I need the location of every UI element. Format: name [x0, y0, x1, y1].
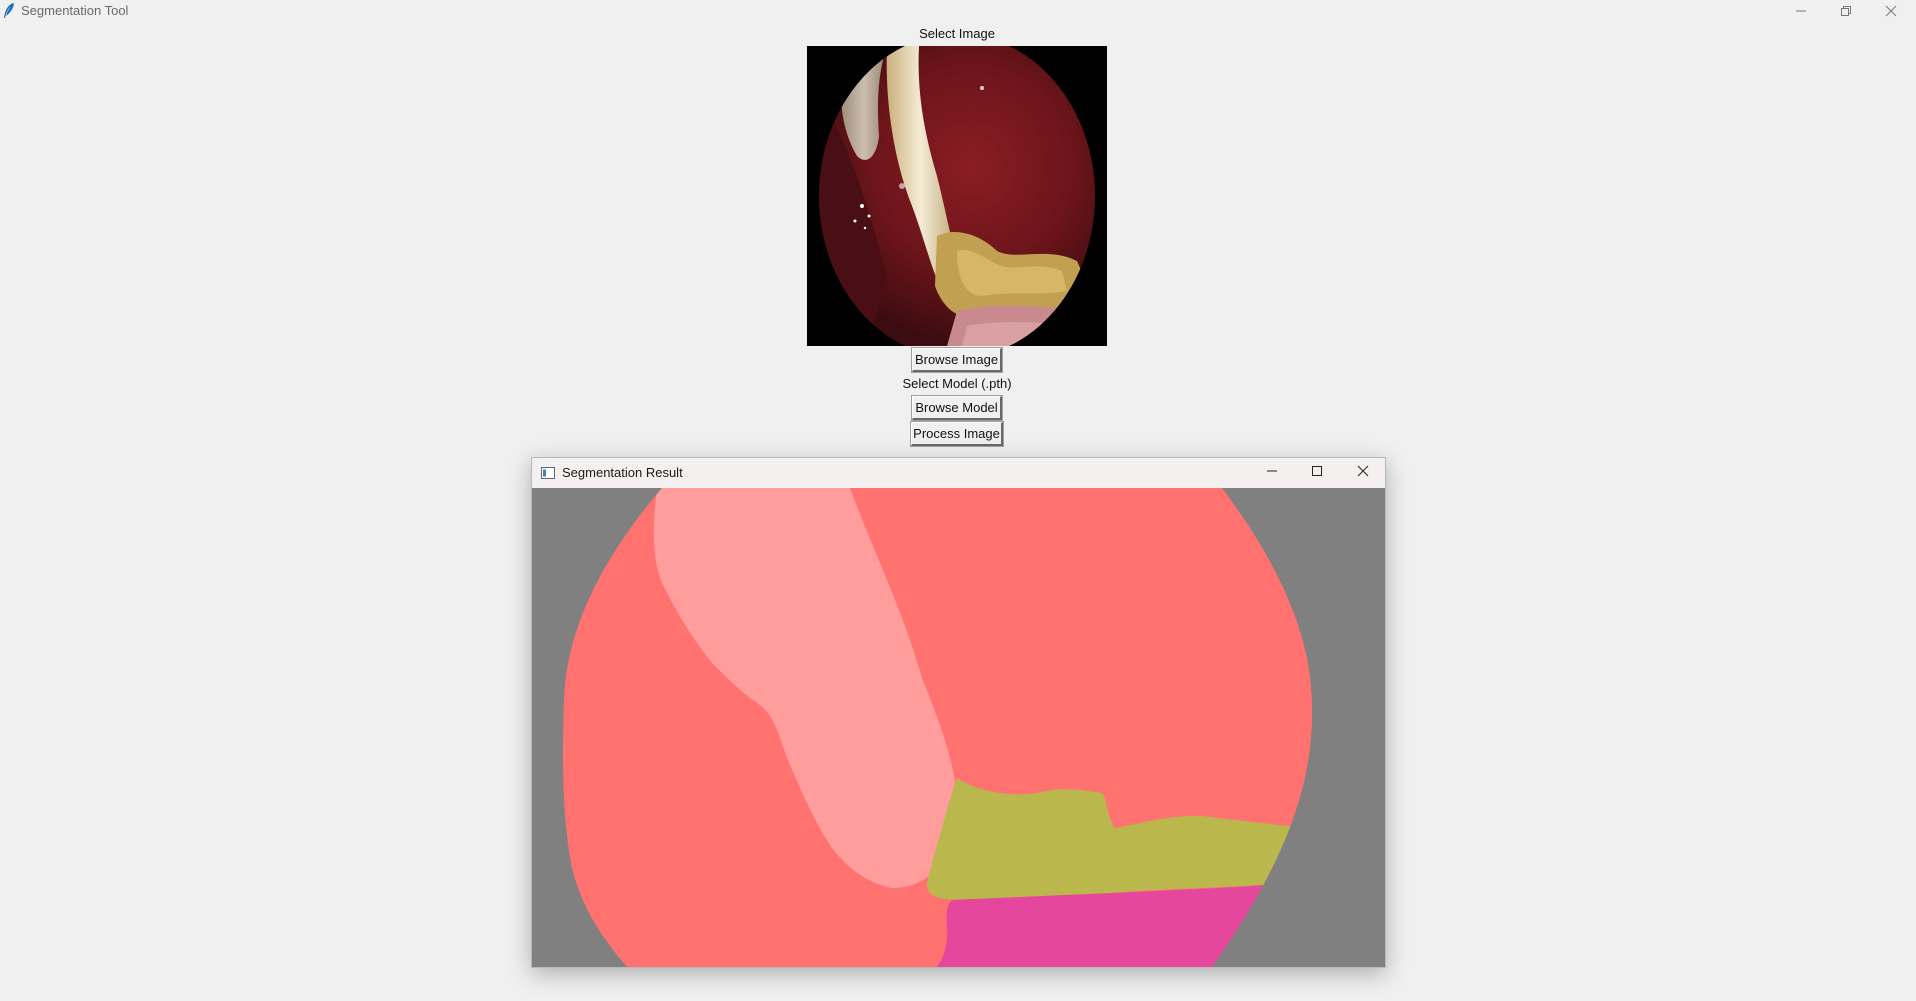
maximize-icon — [1311, 464, 1323, 482]
close-icon — [1357, 464, 1369, 482]
main-window: Segmentation Tool Select Image Browse Im… — [0, 0, 1916, 1001]
close-icon — [1885, 5, 1897, 17]
select-model-label: Select Model (.pth) — [902, 376, 1012, 391]
title-bar[interactable]: Segmentation Tool — [0, 0, 1916, 22]
result-close-button[interactable] — [1340, 458, 1385, 488]
minimize-icon — [1266, 464, 1278, 482]
result-maximize-button[interactable] — [1294, 458, 1340, 488]
segmentation-result-window: Segmentation Result — [531, 457, 1386, 968]
browse-image-button[interactable]: Browse Image — [911, 347, 1003, 373]
browse-model-button[interactable]: Browse Model — [911, 395, 1003, 421]
segmentation-mask — [532, 488, 1385, 967]
result-minimize-button[interactable] — [1249, 458, 1295, 488]
restore-icon — [1840, 5, 1852, 17]
close-button[interactable] — [1869, 0, 1913, 22]
minimize-icon — [1795, 5, 1807, 17]
image-preview — [807, 46, 1107, 346]
window-icon — [541, 466, 555, 479]
minimize-button[interactable] — [1779, 0, 1823, 22]
result-window-title: Segmentation Result — [562, 465, 683, 480]
preview-image — [807, 46, 1107, 346]
result-title-bar[interactable]: Segmentation Result — [532, 458, 1385, 488]
feather-app-icon — [2, 2, 16, 19]
window-title: Segmentation Tool — [21, 3, 129, 18]
segmentation-mask-image — [532, 488, 1385, 967]
select-image-label: Select Image — [919, 26, 995, 41]
process-image-button[interactable]: Process Image — [910, 421, 1004, 447]
restore-button[interactable] — [1824, 0, 1868, 22]
